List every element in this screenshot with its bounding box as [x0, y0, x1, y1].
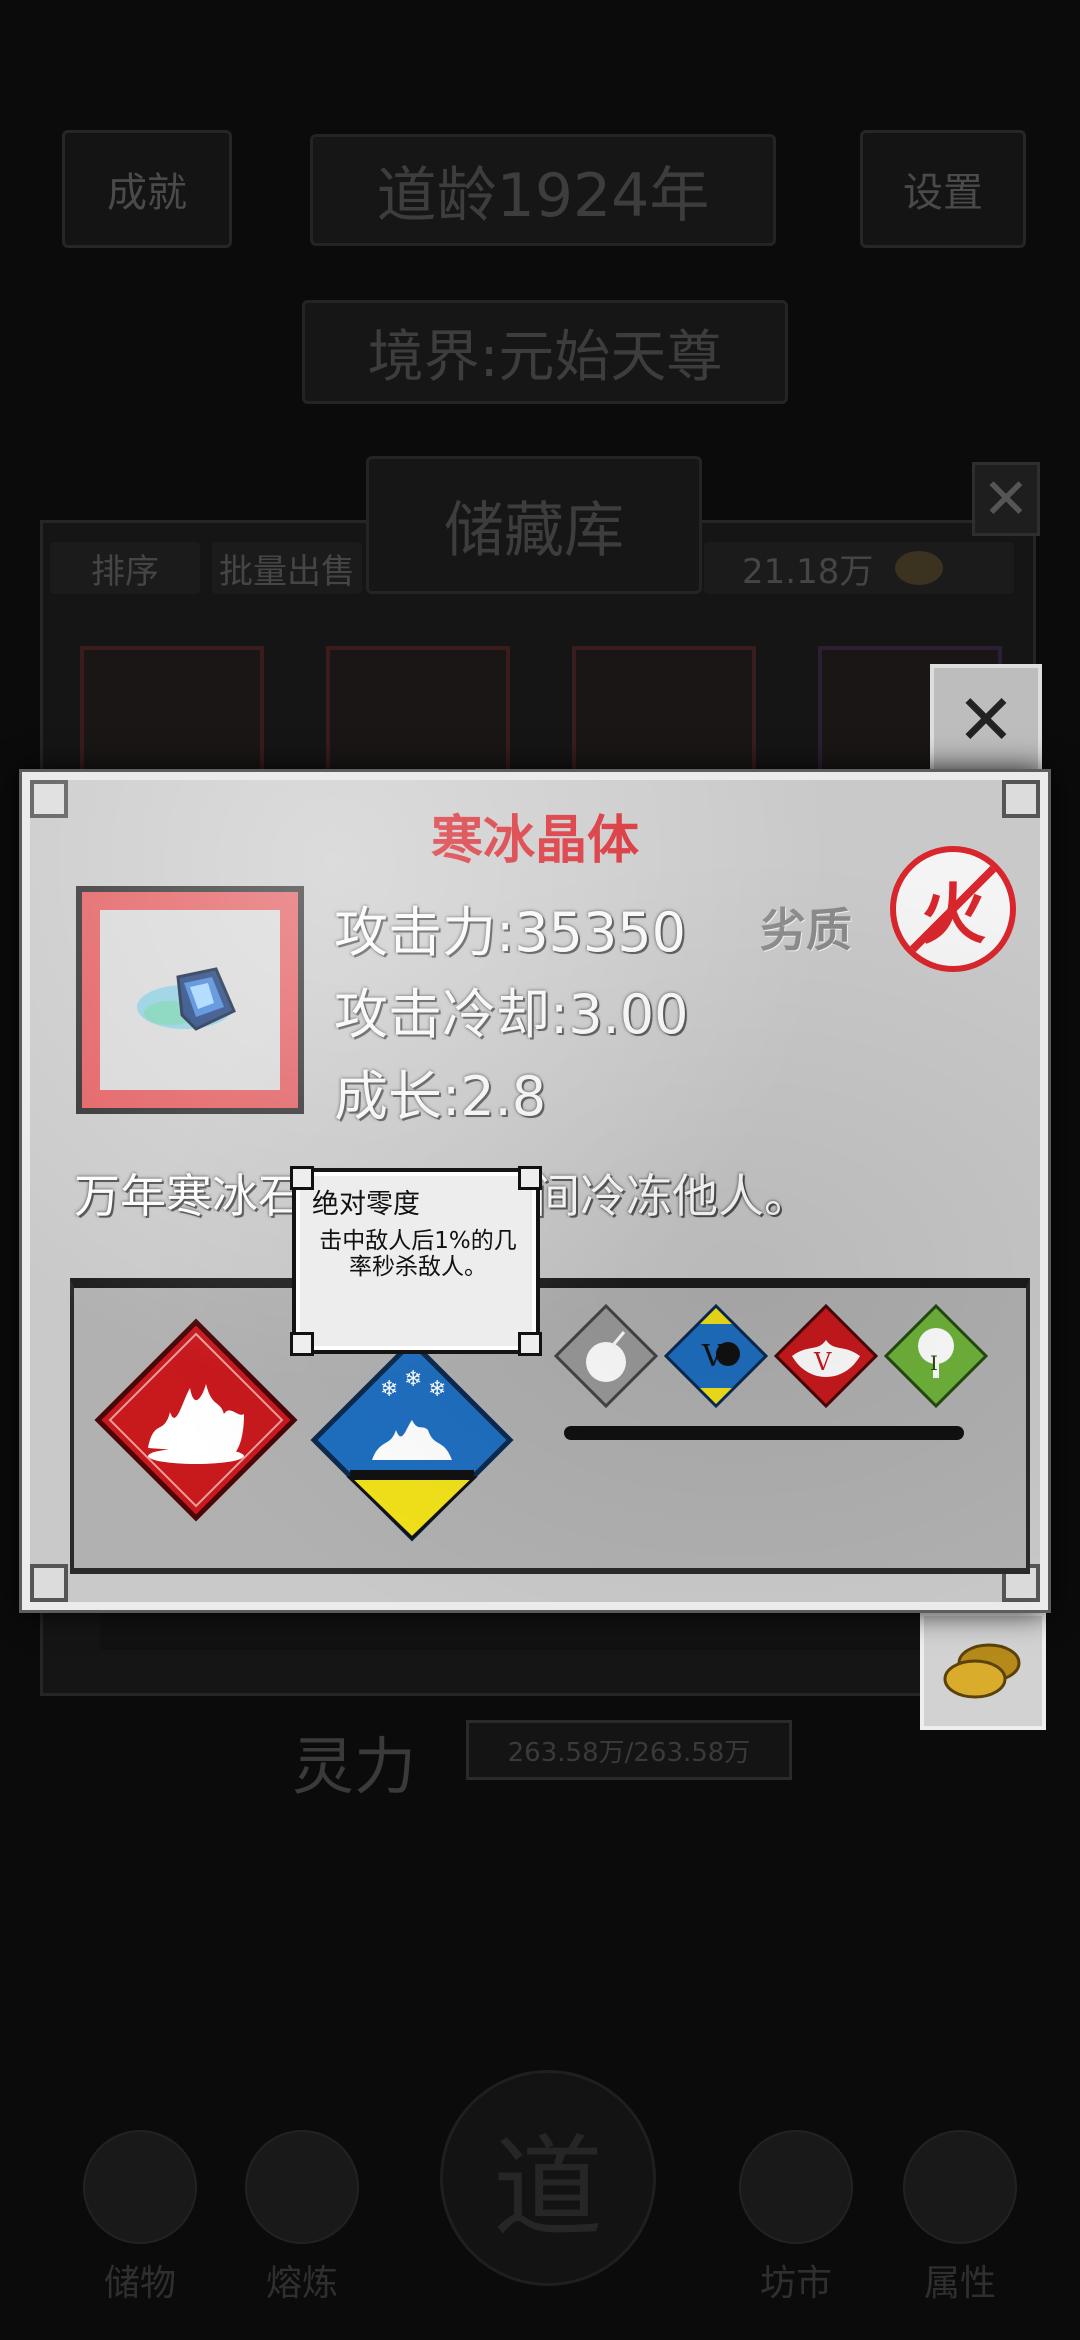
settings-label: 设置 [903, 170, 983, 216]
tree-skill-icon[interactable]: I [884, 1304, 988, 1408]
growth-value: 2.8 [460, 1065, 547, 1128]
svg-text:❄: ❄ [380, 1377, 398, 1402]
spirit-value: 263.58万/263.58万 [507, 1737, 751, 1768]
ice-skill-icon[interactable]: ❄ ❄ ❄ [310, 1338, 514, 1542]
cooldown-stat: 攻击冷却:3.00 [334, 970, 688, 1049]
element-badge: 火 [890, 846, 1016, 972]
nav-market[interactable]: 坊市 [716, 2130, 876, 2306]
ink-divider [564, 1426, 964, 1440]
storage-title-label: 储藏库 [444, 495, 624, 566]
sort-button[interactable]: 排序 [50, 542, 200, 594]
tooltip-title: 绝对零度 [312, 1189, 420, 1220]
tooltip-corner [518, 1332, 542, 1356]
nav-smelt-label: 熔炼 [265, 2263, 338, 2304]
attack-stat: 攻击力:35350 [334, 888, 686, 967]
coins-stack-icon [739, 2130, 853, 2244]
quality-label: 劣质 [760, 903, 852, 957]
fire-skill-icon[interactable] [94, 1318, 298, 1522]
growth-label: 成长: [334, 1065, 461, 1128]
bomb-skill-icon[interactable] [554, 1304, 658, 1408]
sort-label: 排序 [91, 551, 159, 592]
attack-label: 攻击力: [334, 901, 515, 964]
spirit-label: 灵力 [292, 1730, 417, 1803]
close-icon: ✕ [956, 679, 1016, 761]
popup-close-button[interactable]: ✕ [930, 664, 1042, 776]
nav-smelt[interactable]: 熔炼 [222, 2130, 382, 2306]
growth-stat: 成长:2.8 [334, 1052, 546, 1131]
svg-text:❄: ❄ [404, 1367, 422, 1392]
coin-icon [895, 551, 944, 585]
nav-storage-label: 储物 [103, 2263, 176, 2304]
nav-attributes[interactable]: 属性 [880, 2130, 1040, 2306]
item-name: 寒冰晶体 [430, 811, 639, 871]
currency-amount: 21.18万 [742, 551, 874, 592]
currency-display: 21.18万 [704, 542, 1014, 594]
storage-title: 储藏库 [366, 456, 702, 594]
svg-text:V: V [701, 1339, 725, 1374]
nav-storage[interactable]: 储物 [60, 2130, 220, 2306]
item-icon-frame [76, 886, 304, 1114]
storage-close-button[interactable]: ✕ [972, 462, 1040, 536]
ice-crystal-icon [137, 967, 236, 1031]
tooltip-corner [290, 1332, 314, 1356]
furnace-icon [245, 2130, 359, 2244]
spirit-bar: 263.58万/263.58万 [466, 1720, 792, 1780]
cooldown-label: 攻击冷却: [334, 983, 569, 1046]
yin-yang-icon [903, 2130, 1017, 2244]
tooltip-corner [518, 1166, 542, 1190]
item-icon-inner [82, 892, 298, 1108]
svg-text:❄: ❄ [428, 1377, 446, 1402]
skill-tooltip: 绝对零度 击中敌人后1%的几率秒杀敌人。 [290, 1166, 542, 1356]
fire-wing-skill-icon[interactable]: V [774, 1304, 878, 1408]
nav-attributes-label: 属性 [923, 2263, 996, 2304]
bottom-nav: 储物 熔炼 道 坊市 属性 [0, 2070, 1080, 2330]
era-label: 道龄1924年 [376, 160, 710, 231]
nav-dao[interactable]: 道 [440, 2070, 656, 2286]
cooldown-value: 3.00 [568, 983, 689, 1046]
svg-text:V: V [813, 1348, 832, 1376]
skills-panel: ❄ ❄ ❄ V V I [70, 1278, 1030, 1574]
coin-icon [943, 1643, 1021, 1699]
achievement-button[interactable]: 成就 [62, 130, 232, 248]
achievement-label: 成就 [107, 170, 187, 216]
close-icon: ✕ [982, 466, 1030, 532]
era-banner: 道龄1924年 [310, 134, 776, 246]
realm-label: 境界:元始天尊 [367, 324, 723, 390]
nav-market-label: 坊市 [759, 2263, 832, 2304]
bulk-sell-label: 批量出售 [219, 551, 355, 592]
tooltip-corner [290, 1166, 314, 1190]
tooltip-body: 击中敌人后1%的几率秒杀敌人。 [319, 1228, 517, 1280]
bulk-sell-button[interactable]: 批量出售 [212, 542, 362, 594]
svg-text:I: I [930, 1351, 938, 1375]
settings-button[interactable]: 设置 [860, 130, 1026, 248]
nav-dao-label: 道 [493, 2124, 603, 2252]
attack-value: 35350 [514, 901, 686, 964]
realm-banner: 境界:元始天尊 [302, 300, 788, 404]
corner-ornament [30, 1564, 68, 1602]
sell-coin-button[interactable] [920, 1612, 1046, 1730]
wave-skill-icon[interactable]: V [664, 1304, 768, 1408]
bag-icon [83, 2130, 197, 2244]
